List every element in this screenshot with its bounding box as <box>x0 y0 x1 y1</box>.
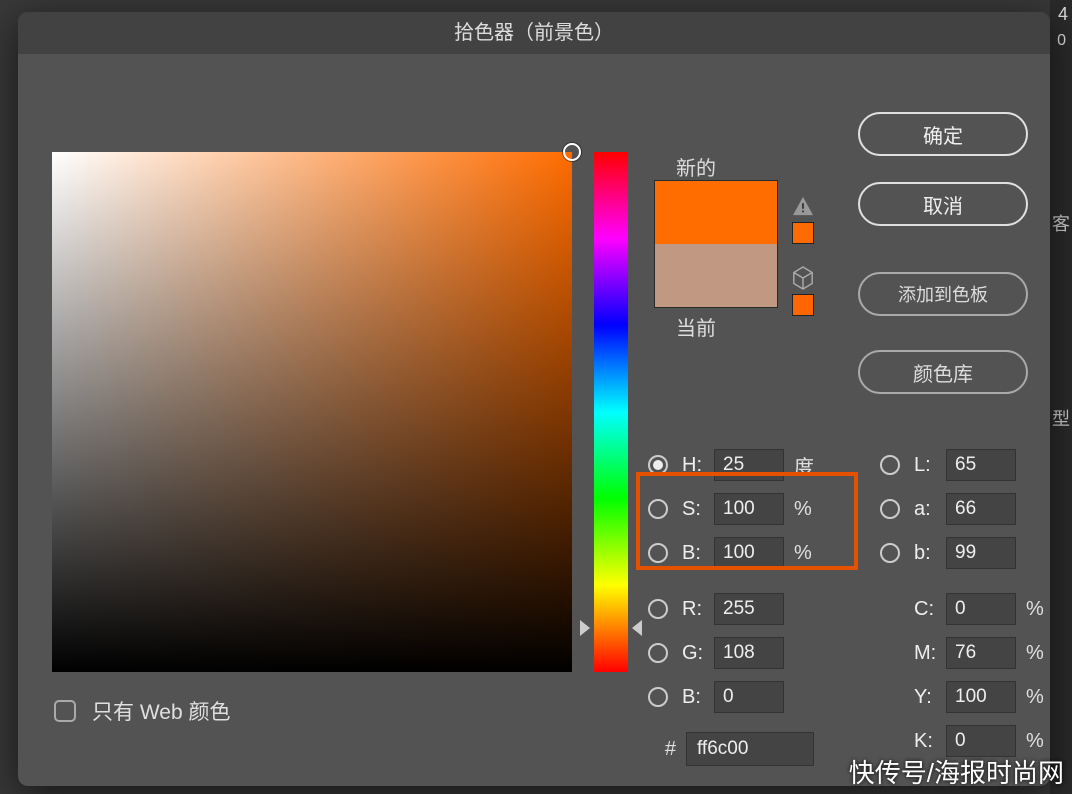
bg-text: 型 <box>1052 405 1070 431</box>
hsb-h-row: H: 度 <box>648 448 822 482</box>
l-label: L: <box>914 454 946 477</box>
a-radio[interactable] <box>880 499 900 519</box>
background-strip <box>1050 0 1072 794</box>
lab-b-radio[interactable] <box>880 543 900 563</box>
r-input[interactable] <box>714 593 784 625</box>
color-comparison-swatch <box>654 180 778 308</box>
gamut-warning-icon[interactable] <box>792 196 814 216</box>
rgb-b-label: B: <box>682 686 714 709</box>
r-label: R: <box>682 598 714 621</box>
ok-button[interactable]: 确定 <box>858 112 1028 156</box>
k-label: K: <box>914 730 946 753</box>
s-unit: % <box>794 498 822 521</box>
hex-row: # <box>648 732 814 766</box>
s-radio[interactable] <box>648 499 668 519</box>
hex-label: # <box>648 738 676 761</box>
a-label: a: <box>914 498 946 521</box>
lab-a-row: a: <box>880 492 1016 526</box>
saturation-brightness-field[interactable] <box>52 152 572 672</box>
hue-indicator-left[interactable] <box>580 620 590 636</box>
h-label: H: <box>682 454 714 477</box>
y-label: Y: <box>914 686 946 709</box>
dialog-title: 拾色器（前景色） <box>18 12 1050 54</box>
rgb-b-input[interactable] <box>714 681 784 713</box>
web-only-row: 只有 Web 颜色 <box>54 696 230 726</box>
cmyk-m-row: M: % <box>880 636 1054 670</box>
m-label: M: <box>914 642 946 665</box>
g-radio[interactable] <box>648 643 668 663</box>
rgb-g-row: G: <box>648 636 784 670</box>
hex-input[interactable] <box>686 732 814 766</box>
g-input[interactable] <box>714 637 784 669</box>
color-picker-dialog: 拾色器（前景色） 新的 当前 确定 取消 添加到色板 颜色库 H: 度 S: <box>18 12 1050 786</box>
y-unit: % <box>1026 686 1054 709</box>
bg-text: 4 <box>1058 4 1068 25</box>
cmyk-y-row: Y: % <box>880 680 1054 714</box>
hsb-s-row: S: % <box>648 492 822 526</box>
websafe-warning-icon[interactable] <box>792 266 814 290</box>
cancel-button[interactable]: 取消 <box>858 182 1028 226</box>
rgb-b-row: B: <box>648 680 784 714</box>
watermark-text: 快传号/海报时尚网 <box>849 753 1064 790</box>
hue-indicator-right[interactable] <box>632 620 642 636</box>
bg-text: 0 <box>1057 32 1066 50</box>
hsb-b-row: B: % <box>648 536 822 570</box>
current-color-label: 当前 <box>676 312 716 341</box>
l-input[interactable] <box>946 449 1016 481</box>
hue-slider[interactable] <box>594 152 628 672</box>
web-only-label: 只有 Web 颜色 <box>92 696 230 726</box>
color-libraries-button[interactable]: 颜色库 <box>858 350 1028 394</box>
h-radio[interactable] <box>648 455 668 475</box>
sb-black-gradient <box>52 152 572 672</box>
k-unit: % <box>1026 730 1054 753</box>
lab-b-label: b: <box>914 542 946 565</box>
c-label: C: <box>914 598 946 621</box>
h-unit: 度 <box>794 451 822 480</box>
current-color-swatch[interactable] <box>655 244 777 307</box>
b-unit: % <box>794 542 822 565</box>
c-input[interactable] <box>946 593 1016 625</box>
web-only-checkbox[interactable] <box>54 700 76 722</box>
add-to-swatches-button[interactable]: 添加到色板 <box>858 272 1028 316</box>
lab-l-row: L: <box>880 448 1016 482</box>
s-label: S: <box>682 498 714 521</box>
rgb-b-radio[interactable] <box>648 687 668 707</box>
sb-picker-indicator[interactable] <box>563 143 581 161</box>
a-input[interactable] <box>946 493 1016 525</box>
new-color-swatch <box>655 181 777 244</box>
bg-text: 客 <box>1052 210 1070 236</box>
h-input[interactable] <box>714 449 784 481</box>
b-label: B: <box>682 542 714 565</box>
b-radio[interactable] <box>648 543 668 563</box>
m-input[interactable] <box>946 637 1016 669</box>
m-unit: % <box>1026 642 1054 665</box>
lab-b-row: b: <box>880 536 1016 570</box>
cmyk-c-row: C: % <box>880 592 1054 626</box>
websafe-warning-swatch[interactable] <box>792 294 814 316</box>
y-input[interactable] <box>946 681 1016 713</box>
lab-b-input[interactable] <box>946 537 1016 569</box>
gamut-warning-swatch[interactable] <box>792 222 814 244</box>
l-radio[interactable] <box>880 455 900 475</box>
g-label: G: <box>682 642 714 665</box>
c-unit: % <box>1026 598 1054 621</box>
s-input[interactable] <box>714 493 784 525</box>
rgb-r-row: R: <box>648 592 784 626</box>
r-radio[interactable] <box>648 599 668 619</box>
new-color-label: 新的 <box>676 152 716 181</box>
b-input[interactable] <box>714 537 784 569</box>
